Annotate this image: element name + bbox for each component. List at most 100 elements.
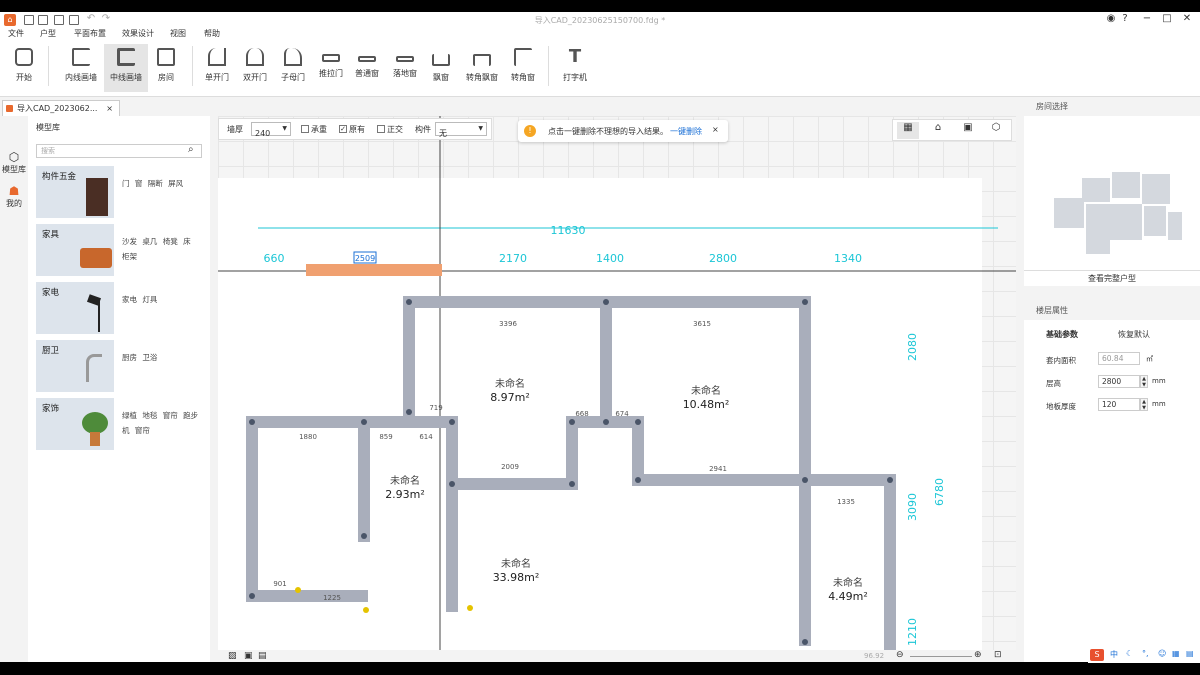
bay-window-button[interactable]: 飘窗 — [424, 44, 458, 92]
menu-view[interactable]: 视图 — [170, 28, 186, 40]
dim-top: 2170 — [499, 252, 527, 265]
fit-view-icon[interactable]: ⊡ — [994, 650, 1002, 660]
room-area[interactable]: 33.98m² — [493, 571, 540, 584]
rail-mine[interactable]: ☗ 我的 — [0, 184, 28, 209]
menu-layout[interactable]: 平面布置 — [74, 28, 106, 40]
load-bearing-checkbox[interactable] — [301, 125, 309, 133]
corner-bay-window-button[interactable]: 转角飘窗 — [462, 44, 502, 92]
floor-window-icon — [396, 56, 414, 62]
menu-help[interactable]: 帮助 — [204, 28, 220, 40]
sofa-image — [80, 248, 112, 268]
floor-window-button[interactable]: 落地窗 — [388, 44, 422, 92]
wall-draft[interactable] — [306, 264, 442, 276]
inner-wall-button[interactable]: 内线画墙 — [60, 44, 102, 92]
room-name[interactable]: 未命名 — [691, 384, 721, 397]
keyboard-icon[interactable]: ▦ — [1172, 649, 1180, 658]
floor-thickness-stepper[interactable]: ▲ ▼ — [1140, 398, 1148, 411]
account-icon[interactable]: ◉ — [1104, 13, 1118, 24]
room-area[interactable]: 4.49m² — [828, 590, 868, 603]
walls[interactable] — [246, 296, 896, 650]
ime-mode[interactable]: 中 — [1110, 649, 1118, 660]
room-select-preview[interactable]: 查看完整户型 — [1024, 116, 1200, 286]
room-button[interactable]: 房间 — [150, 44, 182, 92]
close-icon[interactable]: ✕ — [1180, 13, 1194, 24]
bay-window-icon — [432, 54, 450, 66]
category-appliances[interactable]: 家电 家电 灯具 — [36, 282, 204, 334]
wall-thickness-select[interactable]: 240 ▼ — [251, 122, 291, 138]
inner-dim: 3615 — [693, 320, 711, 328]
single-door-button[interactable]: 单开门 — [200, 44, 234, 92]
toast-notice: ! 点击一键删除不理想的导入结果。 一键删除 × — [518, 120, 728, 142]
zoom-level: 96.92 — [864, 652, 885, 660]
dim-right: 1210 — [906, 618, 919, 646]
double-door-icon — [246, 48, 264, 66]
floor-height-stepper[interactable]: ▲ ▼ — [1140, 375, 1148, 388]
floorplan-thumbnail — [1054, 172, 1182, 254]
help-icon[interactable]: ? — [1118, 13, 1132, 24]
category-kitchen-bath[interactable]: 厨卫 厨房 卫浴 — [36, 340, 204, 392]
view-full-plan-button[interactable]: 查看完整户型 — [1024, 270, 1200, 287]
inner-dim: 614 — [419, 433, 433, 441]
dim-top: 660 — [264, 252, 285, 265]
mother-son-door-button[interactable]: 子母门 — [276, 44, 310, 92]
image-icon[interactable]: ▤ — [258, 651, 267, 661]
minimize-icon[interactable]: − — [1140, 13, 1154, 24]
3d-view-icon[interactable]: ⬡ — [985, 122, 1007, 133]
emoji-icon[interactable]: ☺ — [1158, 649, 1166, 658]
original-checkbox[interactable]: ✓ — [339, 125, 347, 133]
search-input[interactable]: 搜索 — [36, 144, 202, 158]
moon-icon[interactable]: ☾ — [1126, 649, 1133, 658]
floor-plan[interactable]: 11630 660 2170 1400 2800 1340 2509 2080 … — [218, 116, 1016, 650]
rail-model-library[interactable]: ⬡ 模型库 — [0, 150, 28, 175]
menu-file[interactable]: 文件 — [8, 28, 24, 40]
room-name[interactable]: 未命名 — [833, 576, 863, 589]
room-area[interactable]: 10.48m² — [683, 398, 730, 411]
floor-thickness-input[interactable]: 120 — [1098, 398, 1140, 411]
double-door-button[interactable]: 双开门 — [238, 44, 272, 92]
toast-close-icon[interactable]: × — [712, 125, 719, 134]
status-bar: ▨ ▣ ▤ 96.92 ⊖ ⊕ ⊡ — [218, 650, 1016, 662]
close-tab-icon[interactable]: × — [106, 101, 113, 116]
start-button[interactable]: 开始 — [8, 44, 40, 92]
floor-height-input[interactable]: 2800 — [1098, 375, 1140, 388]
text-icon: T — [568, 46, 582, 67]
category-hardware[interactable]: 构件五金 门 窗 隔断 屏风 — [36, 166, 204, 218]
skin-icon[interactable]: ▤ — [1186, 649, 1194, 658]
room-view-icon[interactable]: ▣ — [957, 122, 979, 133]
maximize-icon[interactable]: □ — [1160, 13, 1174, 24]
sliding-door-button[interactable]: 推拉门 — [314, 44, 348, 92]
drawing-canvas[interactable]: 11630 660 2170 1400 2800 1340 2509 2080 … — [218, 116, 1016, 650]
app-window: ⌂ ↶ ↷ 导入CAD_20230625150700.fdg * ◉ ? − □… — [0, 12, 1200, 662]
inner-dim: 1225 — [323, 594, 341, 602]
orthogonal-checkbox[interactable] — [377, 125, 385, 133]
zoom-out-icon[interactable]: ⊖ — [896, 650, 904, 660]
room-area[interactable]: 2.93m² — [385, 488, 425, 501]
corner-window-button[interactable]: 转角窗 — [506, 44, 540, 92]
menu-effect[interactable]: 效果设计 — [122, 28, 154, 40]
delete-all-link[interactable]: 一键删除 — [670, 126, 702, 137]
window-button[interactable]: 普通窗 — [350, 44, 384, 92]
search-icon[interactable]: ⌕ — [188, 144, 194, 155]
text-tool-button[interactable]: T 打字机 — [558, 44, 592, 92]
room-name[interactable]: 未命名 — [495, 377, 525, 390]
punctuation-icon[interactable]: °, — [1142, 649, 1149, 658]
ime-logo-icon[interactable]: S — [1090, 649, 1104, 661]
grid-icon[interactable]: ▣ — [244, 651, 253, 661]
category-decor[interactable]: 家饰 绿植 地毯 窗帘 跑步机 窗帘 — [36, 398, 204, 450]
room-name[interactable]: 未命名 — [501, 557, 531, 570]
inner-dim: 2009 — [501, 463, 519, 471]
zoom-slider[interactable] — [910, 656, 972, 657]
dim-input[interactable]: 2509 — [355, 254, 375, 263]
room-area[interactable]: 8.97m² — [490, 391, 530, 404]
component-select[interactable]: 无 ▼ — [435, 122, 487, 138]
center-wall-button[interactable]: 中线画墙 — [104, 44, 148, 92]
hatch-icon[interactable]: ▨ — [228, 651, 237, 661]
zoom-in-icon[interactable]: ⊕ — [974, 650, 982, 660]
document-tab[interactable]: 导入CAD_2023062... × — [2, 100, 120, 116]
restore-default-button[interactable]: 恢复默认 — [1118, 329, 1150, 340]
plan-view-icon[interactable]: ▦ — [897, 122, 919, 139]
room-name[interactable]: 未命名 — [390, 474, 420, 487]
corner-window-icon — [514, 48, 532, 66]
elevation-view-icon[interactable]: ⌂ — [927, 122, 949, 133]
category-furniture[interactable]: 家具 沙发 桌几 椅凳 床 柜架 — [36, 224, 204, 276]
